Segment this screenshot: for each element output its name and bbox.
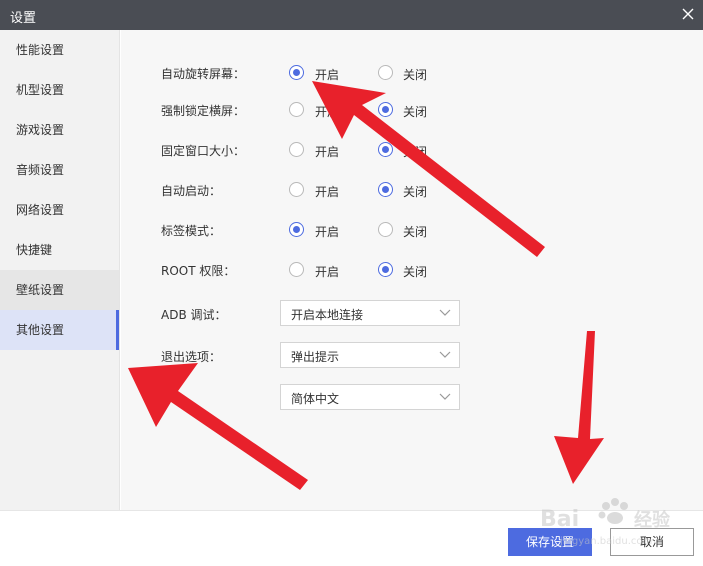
sidebar-item-network[interactable]: 网络设置 [0,190,119,230]
window-title: 设置 [10,11,37,26]
sidebar-item-label: 壁纸设置 [16,283,65,297]
exit-option-select[interactable]: 弹出提示 [280,342,460,368]
exit-option-value: 弹出提示 [291,350,340,364]
auto-start-off-label[interactable]: 关闭 [403,183,427,200]
sidebar-item-label: 性能设置 [16,43,65,57]
chevron-down-icon [439,351,451,358]
force-landscape-on-label[interactable]: 开启 [315,103,339,120]
sidebar-item-label: 其他设置 [16,323,65,337]
auto-rotate-label: 自动旋转屏幕： [161,67,246,81]
fixed-window-on-radio[interactable] [289,142,304,157]
chevron-down-icon [439,393,451,400]
tab-mode-label: 标签模式： [161,224,222,238]
sidebar-item-wallpaper[interactable]: 壁纸设置 [0,270,119,310]
chevron-down-icon [439,309,451,316]
root-permission-on-label[interactable]: 开启 [315,263,339,280]
save-settings-button[interactable]: 保存设置 [508,528,592,556]
adb-debug-label: ADB 调试： [161,308,227,322]
root-permission-off-radio[interactable] [378,262,393,277]
adb-debug-value: 开启本地连接 [291,308,364,322]
exit-option-label: 退出选项： [161,350,222,364]
tab-mode-off-label[interactable]: 关闭 [403,223,427,240]
sidebar-item-performance[interactable]: 性能设置 [0,30,119,70]
close-icon[interactable] [679,5,697,23]
adb-debug-select[interactable]: 开启本地连接 [280,300,460,326]
sidebar-item-label: 机型设置 [16,83,65,97]
fixed-window-on-label[interactable]: 开启 [315,143,339,160]
force-landscape-off-radio[interactable] [378,102,393,117]
tab-mode-off-radio[interactable] [378,222,393,237]
auto-start-on-label[interactable]: 开启 [315,183,339,200]
sidebar-item-label: 音频设置 [16,163,65,177]
auto-start-on-radio[interactable] [289,182,304,197]
root-permission-on-radio[interactable] [289,262,304,277]
root-permission-label: ROOT 权限： [161,264,236,278]
force-landscape-on-radio[interactable] [289,102,304,117]
force-landscape-off-label[interactable]: 关闭 [403,103,427,120]
tab-mode-on-radio[interactable] [289,222,304,237]
title-bar: 设置 [0,0,703,30]
root-permission-off-label[interactable]: 关闭 [403,263,427,280]
fixed-window-off-label[interactable]: 关闭 [403,143,427,160]
sidebar-item-device-model[interactable]: 机型设置 [0,70,119,110]
fixed-window-off-radio[interactable] [378,142,393,157]
tab-mode-on-label[interactable]: 开启 [315,223,339,240]
sidebar-item-label: 网络设置 [16,203,65,217]
sidebar-item-game[interactable]: 游戏设置 [0,110,119,150]
fixed-window-label: 固定窗口大小： [161,144,246,158]
auto-rotate-off-radio[interactable] [378,65,393,80]
language-value: 简体中文 [291,392,340,406]
auto-rotate-on-radio[interactable] [289,65,304,80]
sidebar-item-shortcuts[interactable]: 快捷键 [0,230,119,270]
dialog-footer: 保存设置 取消 [0,510,703,566]
cancel-button[interactable]: 取消 [610,528,694,556]
sidebar-item-label: 游戏设置 [16,123,65,137]
auto-start-label: 自动启动： [161,184,222,198]
sidebar-item-other[interactable]: 其他设置 [0,310,119,350]
language-select[interactable]: 简体中文 [280,384,460,410]
settings-panel: 自动旋转屏幕： 开启 关闭 强制锁定横屏： 开启 关闭 固定窗口大小： 开启 关… [121,30,703,510]
sidebar-item-audio[interactable]: 音频设置 [0,150,119,190]
force-landscape-label: 强制锁定横屏： [161,104,246,118]
sidebar-item-label: 快捷键 [16,243,53,257]
auto-rotate-on-label[interactable]: 开启 [315,66,339,83]
settings-sidebar: 性能设置 机型设置 游戏设置 音频设置 网络设置 快捷键 壁纸设置 其他设置 [0,30,120,510]
auto-start-off-radio[interactable] [378,182,393,197]
auto-rotate-off-label[interactable]: 关闭 [403,66,427,83]
